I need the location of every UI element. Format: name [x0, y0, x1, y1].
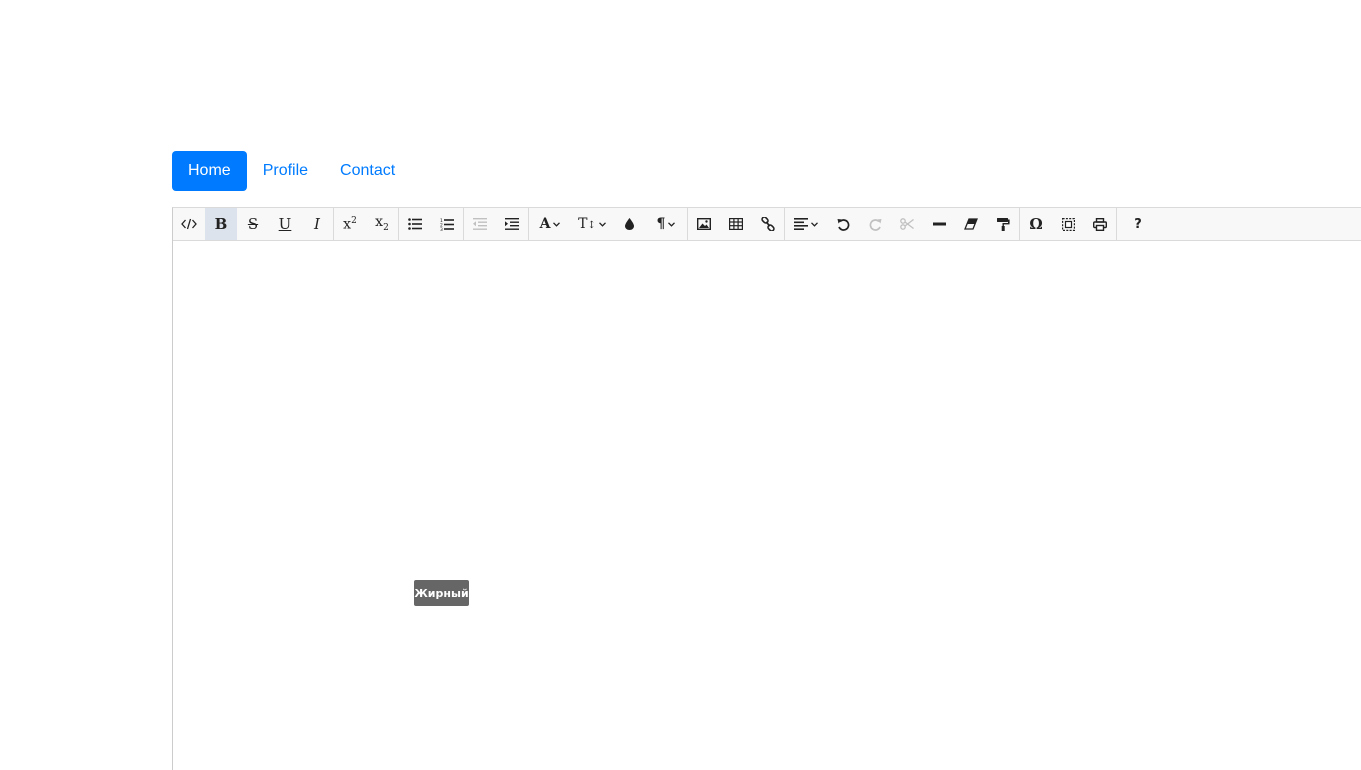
eraser-button[interactable]	[955, 208, 987, 240]
chevron-down-icon	[553, 221, 561, 227]
undo-icon	[837, 218, 849, 231]
font-button[interactable]: A	[529, 208, 571, 240]
strikethrough-icon: S	[247, 214, 259, 233]
select-all-icon	[1061, 217, 1075, 231]
tab-home[interactable]: Home	[172, 151, 247, 191]
table-button[interactable]	[720, 208, 752, 240]
editor-toolbar: B S U I x2 x2 1 2 3 A T↕ ¶ Ω ?	[173, 207, 1361, 241]
horizontal-rule-icon	[932, 222, 946, 226]
outdent-button[interactable]	[464, 208, 496, 240]
image-button[interactable]	[688, 208, 720, 240]
brush-icon	[624, 218, 634, 230]
help-button[interactable]: ?	[1117, 208, 1159, 240]
chevron-down-icon	[668, 221, 676, 227]
font-size-button[interactable]: T↕	[571, 208, 613, 240]
redo-icon	[869, 218, 881, 231]
horizontal-rule-button[interactable]	[923, 208, 955, 240]
link-button[interactable]	[752, 208, 784, 240]
italic-button[interactable]: I	[301, 208, 333, 240]
svg-text:3: 3	[440, 227, 443, 231]
unordered-list-icon	[408, 218, 422, 230]
unordered-list-button[interactable]	[399, 208, 431, 240]
tooltip: Жирный	[414, 580, 469, 606]
bold-icon: B	[214, 214, 228, 233]
table-icon	[729, 218, 743, 230]
symbol-button[interactable]: Ω	[1020, 208, 1052, 240]
copy-format-icon	[996, 217, 1010, 231]
toolbar-group-help: ?	[1117, 208, 1159, 241]
italic-icon: I	[314, 214, 320, 233]
brush-button[interactable]	[613, 208, 645, 240]
toolbar-group-script: x2 x2	[334, 207, 399, 241]
underline-icon: U	[278, 214, 292, 233]
eraser-icon	[964, 218, 978, 230]
ordered-list-icon: 1 2 3	[440, 218, 454, 231]
outdent-icon	[473, 218, 487, 230]
superscript-button[interactable]: x2	[334, 208, 366, 240]
subscript-button[interactable]: x2	[366, 208, 398, 240]
source-code-button[interactable]	[173, 208, 205, 240]
wysiwyg-editor: B S U I x2 x2 1 2 3 A T↕ ¶ Ω ?	[172, 207, 1361, 770]
toolbar-group-actions	[785, 207, 1020, 241]
font-size-icon: T↕	[578, 216, 596, 232]
bold-button[interactable]: B	[205, 208, 237, 240]
link-icon	[761, 217, 775, 231]
underline-button[interactable]: U	[269, 208, 301, 240]
symbol-icon: Ω	[1029, 214, 1043, 233]
cut-button[interactable]	[891, 208, 923, 240]
ordered-list-button[interactable]: 1 2 3	[431, 208, 463, 240]
font-icon: A	[539, 216, 551, 232]
redo-button[interactable]	[859, 208, 891, 240]
nav-tabs: Home Profile Contact	[172, 151, 411, 191]
superscript-icon: x2	[343, 215, 357, 233]
editor-content-area[interactable]	[173, 241, 1361, 770]
toolbar-group-text-format: B S U I	[173, 207, 334, 241]
toolbar-group-insert	[688, 207, 785, 241]
chevron-down-icon	[811, 221, 818, 227]
tab-profile[interactable]: Profile	[247, 151, 324, 191]
subscript-icon: x2	[375, 214, 389, 233]
align-icon	[794, 218, 808, 230]
select-all-button[interactable]	[1052, 208, 1084, 240]
indent-button[interactable]	[496, 208, 528, 240]
chevron-down-icon	[598, 221, 606, 227]
strikethrough-button[interactable]: S	[237, 208, 269, 240]
toolbar-group-lists: 1 2 3	[399, 207, 464, 241]
undo-button[interactable]	[827, 208, 859, 240]
tab-contact[interactable]: Contact	[324, 151, 411, 191]
cut-icon	[900, 218, 914, 230]
source-code-icon	[181, 218, 197, 230]
toolbar-group-misc: Ω	[1020, 207, 1117, 241]
toolbar-group-font: A T↕ ¶	[529, 207, 688, 241]
indent-icon	[505, 218, 519, 230]
paragraph-icon: ¶	[656, 216, 666, 232]
print-button[interactable]	[1084, 208, 1116, 240]
paragraph-button[interactable]: ¶	[645, 208, 687, 240]
print-icon	[1093, 217, 1107, 231]
copy-format-button[interactable]	[987, 208, 1019, 240]
align-button[interactable]	[785, 208, 827, 240]
help-icon: ?	[1134, 216, 1142, 232]
image-icon	[697, 218, 711, 230]
toolbar-group-indent	[464, 207, 529, 241]
